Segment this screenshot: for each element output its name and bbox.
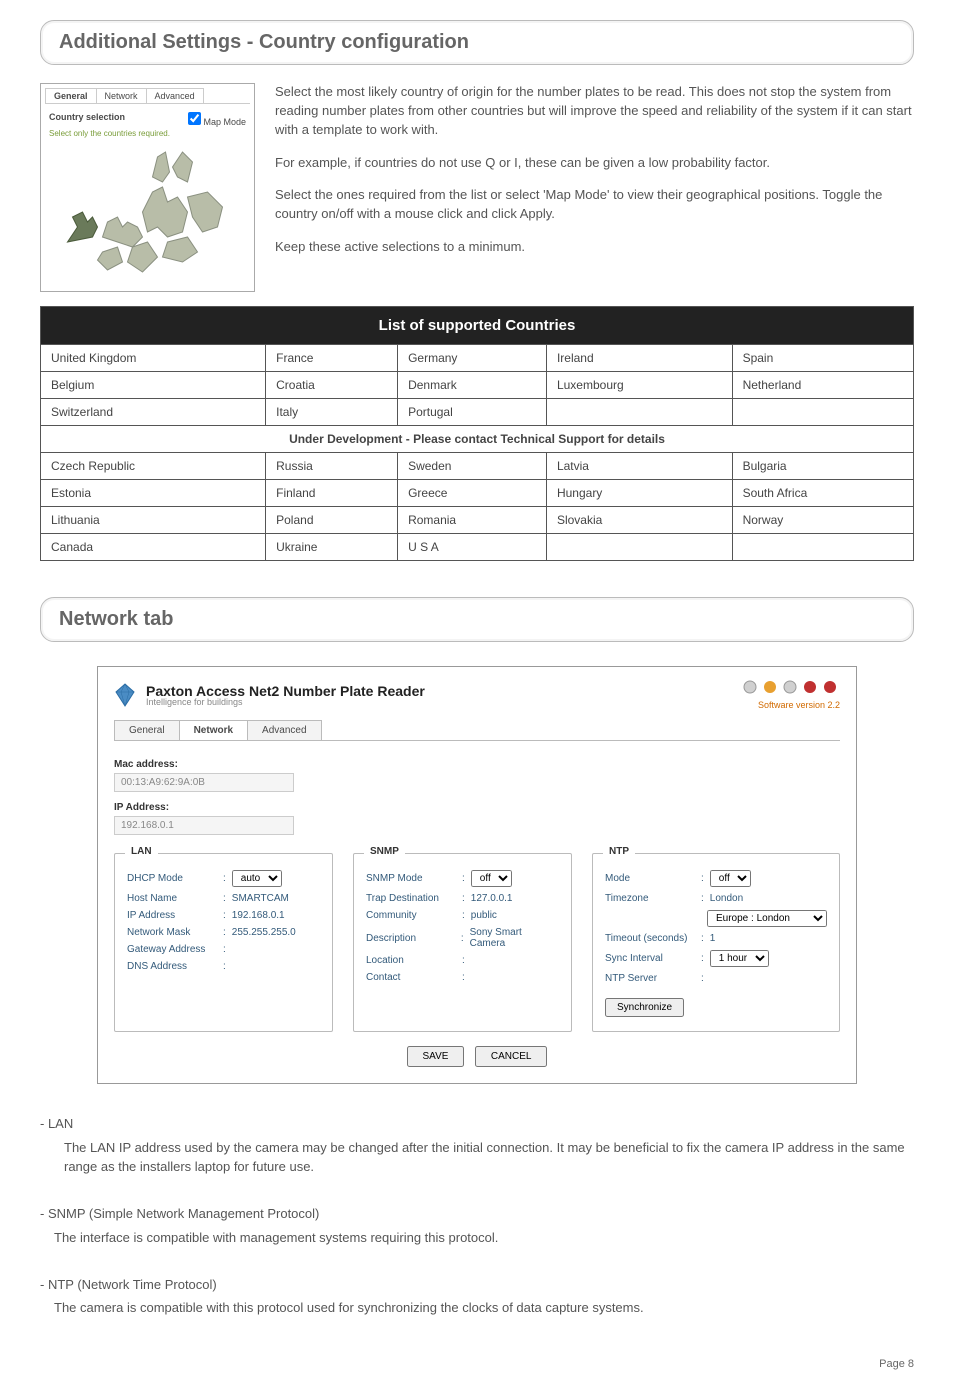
section-header-country: Additional Settings - Country configurat… [40, 20, 914, 65]
snmp-desc-body: The interface is compatible with managem… [40, 1228, 914, 1248]
country-selection-label: Country selection [49, 112, 125, 127]
network-panel: Paxton Access Net2 Number Plate Reader I… [97, 666, 857, 1084]
section-header-network: Network tab [40, 597, 914, 642]
tab-general[interactable]: General [45, 88, 97, 103]
lan-box: LAN DHCP Mode: auto Host Name:SMARTCAM I… [114, 853, 333, 1032]
network-tabs: General Network Advanced [114, 720, 840, 741]
table-row: Estonia Finland Greece Hungary South Afr… [41, 480, 914, 507]
snmp-mode-select[interactable]: off [471, 870, 512, 887]
tab-network[interactable]: Network [96, 88, 147, 103]
software-version: Software version 2.2 [740, 700, 840, 710]
map-tabs: General Network Advanced [45, 88, 250, 104]
table-row: Czech Republic Russia Sweden Latvia Bulg… [41, 453, 914, 480]
paragraph-3: Select the ones required from the list o… [275, 186, 914, 224]
tab-advanced[interactable]: Advanced [146, 88, 204, 103]
mac-label: Mac address: [114, 759, 840, 770]
map-panel: General Network Advanced Country selecti… [40, 83, 255, 292]
table-title: List of supported Countries [41, 307, 914, 345]
ntp-box: NTP Mode: off Timezone:London Europe : L… [592, 853, 840, 1032]
ntp-title: NTP [603, 846, 635, 857]
paragraph-1: Select the most likely country of origin… [275, 83, 914, 140]
np-tab-advanced[interactable]: Advanced [247, 720, 321, 740]
lan-title: LAN [125, 846, 158, 857]
table-row: Lithuania Poland Romania Slovakia Norway [41, 507, 914, 534]
synchronize-button[interactable]: Synchronize [605, 998, 684, 1017]
snmp-desc-head: - SNMP (Simple Network Management Protoc… [40, 1204, 914, 1224]
table-row: Belgium Croatia Denmark Luxembourg Nethe… [41, 372, 914, 399]
table-subtitle: Under Development - Please contact Techn… [41, 426, 914, 453]
snmp-title: SNMP [364, 846, 405, 857]
paragraph-4: Keep these active selections to a minimu… [275, 238, 914, 257]
lan-desc-body: The LAN IP address used by the camera ma… [40, 1138, 914, 1177]
mac-value: 00:13:A9:62:9A:0B [114, 773, 294, 792]
table-row: United Kingdom France Germany Ireland Sp… [41, 345, 914, 372]
page-number: Page 8 [40, 1358, 914, 1370]
ntp-mode-select[interactable]: off [710, 870, 751, 887]
lan-desc-head: - LAN [40, 1114, 914, 1134]
dhcp-mode-select[interactable]: auto [232, 870, 282, 887]
select-note: Select only the countries required. [45, 129, 250, 142]
map-mode-checkbox[interactable] [188, 112, 201, 125]
snmp-box: SNMP SNMP Mode: off Trap Destination:127… [353, 853, 572, 1032]
np-tab-network[interactable]: Network [179, 720, 248, 740]
ip-label: IP Address: [114, 802, 840, 813]
np-tab-general[interactable]: General [114, 720, 180, 740]
ntp-sync-select[interactable]: 1 hour [710, 950, 769, 967]
status-indicators-icon [740, 679, 840, 695]
diamond-logo-icon [114, 682, 136, 708]
ip-value: 192.168.0.1 [114, 816, 294, 835]
cancel-button[interactable]: CANCEL [475, 1046, 548, 1067]
countries-table: List of supported Countries United Kingd… [40, 306, 914, 561]
save-button[interactable]: SAVE [407, 1046, 465, 1067]
ntp-tz2-select[interactable]: Europe : London [707, 910, 827, 927]
ntp-desc-head: - NTP (Network Time Protocol) [40, 1275, 914, 1295]
ntp-desc-body: The camera is compatible with this proto… [40, 1298, 914, 1318]
map-mode-checkbox-wrap[interactable]: Map Mode [188, 112, 246, 127]
map-mode-label: Map Mode [203, 117, 246, 127]
europe-map-icon[interactable] [45, 142, 250, 282]
paragraph-2: For example, if countries do not use Q o… [275, 154, 914, 173]
table-row: Switzerland Italy Portugal [41, 399, 914, 426]
table-row: Canada Ukraine U S A [41, 534, 914, 561]
